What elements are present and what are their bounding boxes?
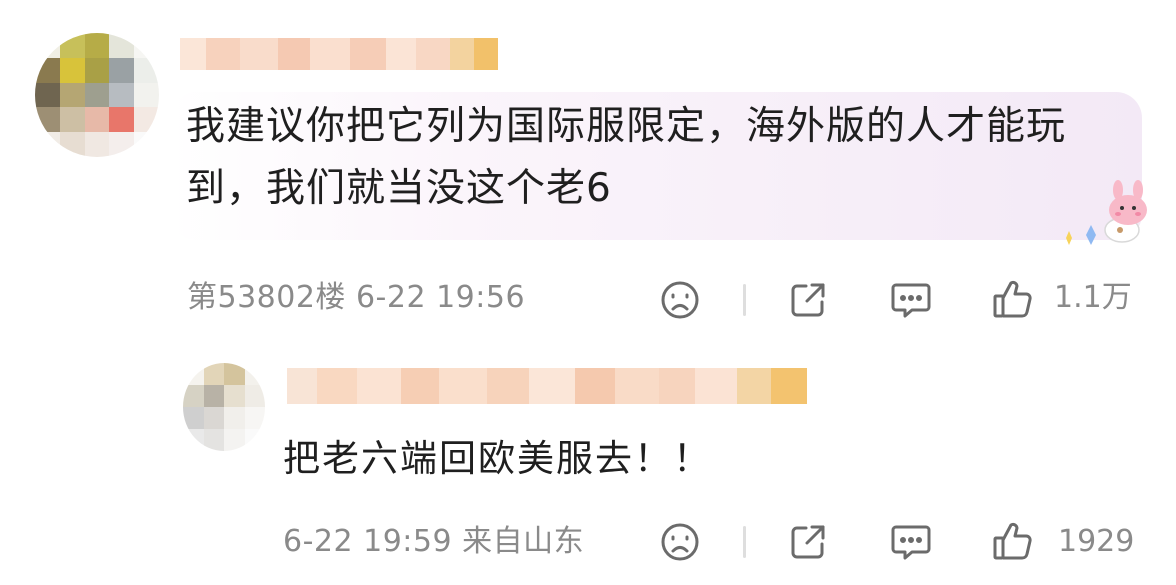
commenter-avatar[interactable] [35, 33, 159, 157]
comment-floor-time: 第53802楼 6-22 19:56 [187, 280, 526, 315]
comment-like-count: 1.1万 [1054, 280, 1132, 315]
replier-avatar[interactable] [183, 363, 265, 451]
reply-text: 把老六端回欧美服去！！ [283, 437, 712, 480]
comment-icon[interactable] [888, 520, 934, 564]
sad-face-icon[interactable] [658, 278, 702, 322]
thumbs-up-icon[interactable] [990, 518, 1034, 564]
comment-icon[interactable] [888, 278, 934, 322]
divider [743, 284, 746, 316]
sad-face-icon[interactable] [658, 520, 702, 564]
replier-name-blurred[interactable] [287, 368, 807, 404]
thumbs-up-icon[interactable] [990, 276, 1034, 322]
comment-text: 我建议你把它列为国际服限定，海外版的人才能玩到，我们就当没这个老6 [186, 104, 1067, 211]
share-icon[interactable] [786, 278, 830, 322]
divider [743, 526, 746, 558]
reply-like-count: 1929 [1058, 524, 1135, 559]
commenter-name-blurred[interactable] [180, 38, 498, 70]
share-icon[interactable] [786, 520, 830, 564]
bunny-sticker [1046, 180, 1156, 252]
reply-time-location: 6-22 19:59 来自山东 [283, 524, 585, 559]
